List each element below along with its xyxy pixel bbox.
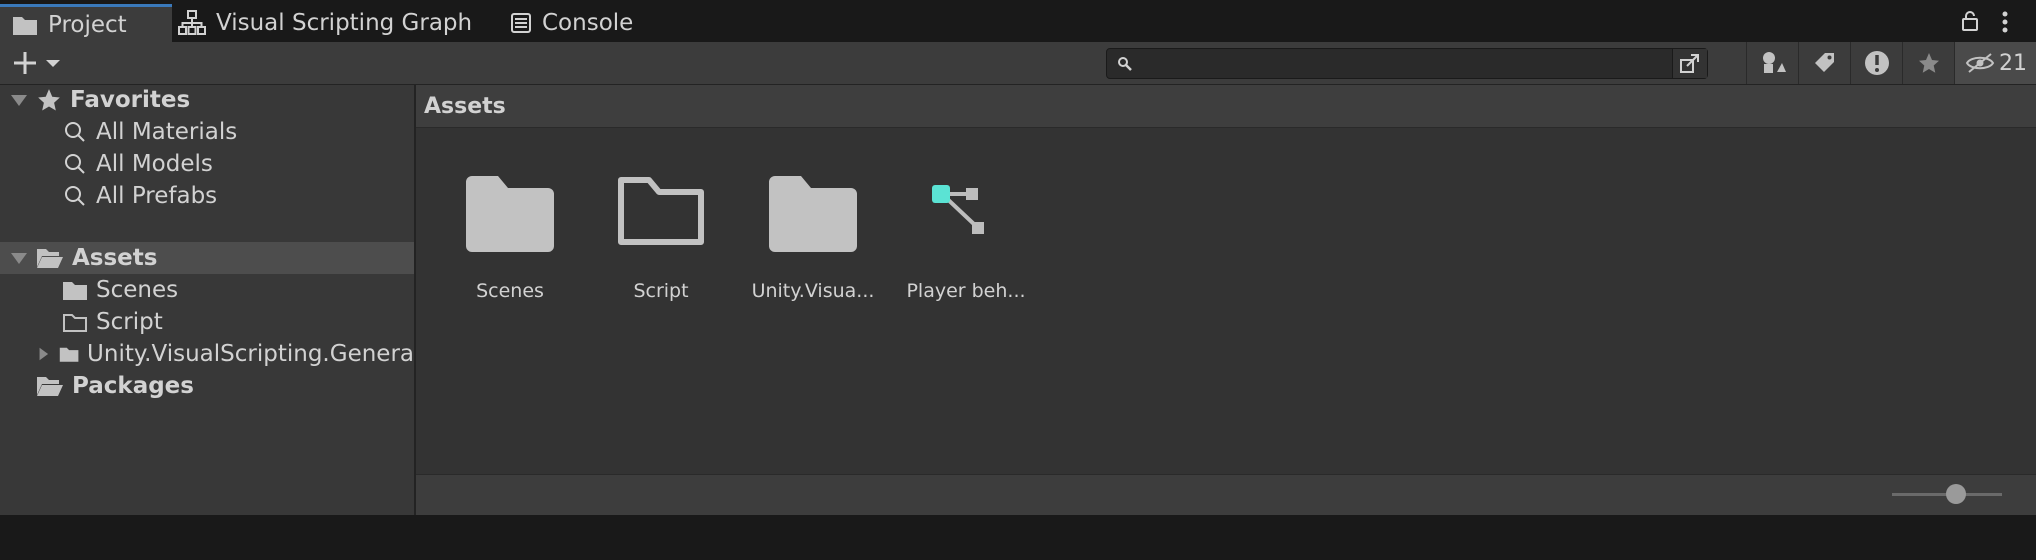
warning-icon <box>1865 51 1889 75</box>
folder-empty-icon <box>618 177 704 245</box>
search-icon <box>1118 57 1132 71</box>
filter-by-label-button[interactable] <box>1798 42 1851 84</box>
tree-item-all-materials[interactable]: All Materials <box>0 116 414 148</box>
lock-button[interactable] <box>1960 10 1980 36</box>
tree-item-label: Unity.VisualScripting.Genera <box>87 341 414 367</box>
search-scope-button[interactable] <box>1672 49 1707 78</box>
zoom-slider-thumb[interactable] <box>1946 484 1966 504</box>
tree-item-all-prefabs[interactable]: All Prefabs <box>0 180 414 212</box>
search-icon <box>65 186 85 206</box>
hidden-count: 21 <box>1999 50 2027 76</box>
folder-filled-icon <box>466 176 554 252</box>
asset-item-script[interactable]: Script <box>586 160 736 302</box>
expanded-arrow-icon <box>11 95 27 106</box>
asset-item-unity-visualscripting[interactable]: Unity.Visua... <box>738 160 888 302</box>
tree-item-label: Scenes <box>96 277 179 303</box>
tree-item-unity-visualscripting[interactable]: Unity.VisualScripting.Genera <box>0 338 414 370</box>
star-icon <box>38 89 60 111</box>
tree-item-all-models[interactable]: All Models <box>0 148 414 180</box>
tree-item-label: Assets <box>72 245 158 271</box>
tab-console[interactable]: Console <box>510 4 670 42</box>
hierarchy-icon <box>178 10 206 35</box>
asset-label: Unity.Visua... <box>751 280 875 302</box>
tree-item-assets[interactable]: Assets <box>0 242 414 274</box>
asset-label: Player beh... <box>906 280 1026 302</box>
asset-item-scenes[interactable]: Scenes <box>435 160 585 302</box>
asset-footer-bar <box>416 474 2036 516</box>
folder-icon <box>13 16 37 35</box>
eye-hidden-icon <box>1965 53 1995 73</box>
folder-empty-icon <box>63 314 87 332</box>
tree-item-label: All Materials <box>96 119 238 145</box>
filter-by-type-button[interactable] <box>1746 42 1799 84</box>
tab-label: Project <box>48 11 127 38</box>
tab-label: Visual Scripting Graph <box>216 10 473 36</box>
search-icon <box>65 154 85 174</box>
bottom-empty-area <box>0 515 2036 560</box>
asset-label: Script <box>633 280 689 302</box>
folder-open-icon <box>37 249 63 268</box>
folder-filled-icon <box>63 282 87 300</box>
chevron-down-icon <box>46 60 60 67</box>
folder-filled-icon <box>769 176 857 252</box>
tree-item-label: Packages <box>72 373 194 399</box>
tree-item-script[interactable]: Script <box>0 306 414 338</box>
tab-visual-scripting-graph[interactable]: Visual Scripting Graph <box>178 4 478 42</box>
tab-project[interactable]: Project <box>0 4 172 42</box>
project-toolbar <box>0 42 2036 85</box>
tab-label: Console <box>542 10 634 36</box>
search-input[interactable] <box>1139 51 1663 77</box>
shapes-icon <box>1763 52 1786 73</box>
folder-open-icon <box>37 377 63 396</box>
folder-filled-icon <box>59 347 79 362</box>
expanded-arrow-icon <box>11 253 27 264</box>
more-options-button[interactable] <box>2000 10 2010 38</box>
open-external-icon <box>1680 54 1699 73</box>
tree-item-label: All Models <box>96 151 213 177</box>
script-graph-icon <box>932 185 984 234</box>
tag-icon <box>1815 53 1834 72</box>
tree-item-packages[interactable]: Packages <box>0 370 414 402</box>
filter-by-log-type-button[interactable] <box>1850 42 1903 84</box>
tree-item-scenes[interactable]: Scenes <box>0 274 414 306</box>
asset-item-player-behaviour[interactable]: Player beh... <box>891 160 1041 302</box>
console-icon <box>511 13 531 33</box>
create-button[interactable] <box>12 50 62 76</box>
star-icon <box>1919 53 1939 73</box>
tree-item-label: Script <box>96 309 163 335</box>
search-field[interactable] <box>1106 48 1708 79</box>
save-search-button[interactable] <box>1902 42 1955 84</box>
tree-item-label: All Prefabs <box>96 183 218 209</box>
tree-item-label: Favorites <box>70 87 191 113</box>
asset-label: Scenes <box>476 280 544 302</box>
collapsed-arrow-icon <box>39 347 49 361</box>
plus-icon <box>14 52 36 74</box>
breadcrumb-item[interactable]: Assets <box>424 94 506 119</box>
search-icon <box>65 122 85 142</box>
kebab-menu-icon <box>2002 11 2008 33</box>
breadcrumb: Assets <box>416 85 2036 128</box>
tree-item-favorites[interactable]: Favorites <box>0 84 414 116</box>
lock-icon <box>1962 11 1978 31</box>
hidden-packages-toggle[interactable]: 21 <box>1954 42 2036 84</box>
